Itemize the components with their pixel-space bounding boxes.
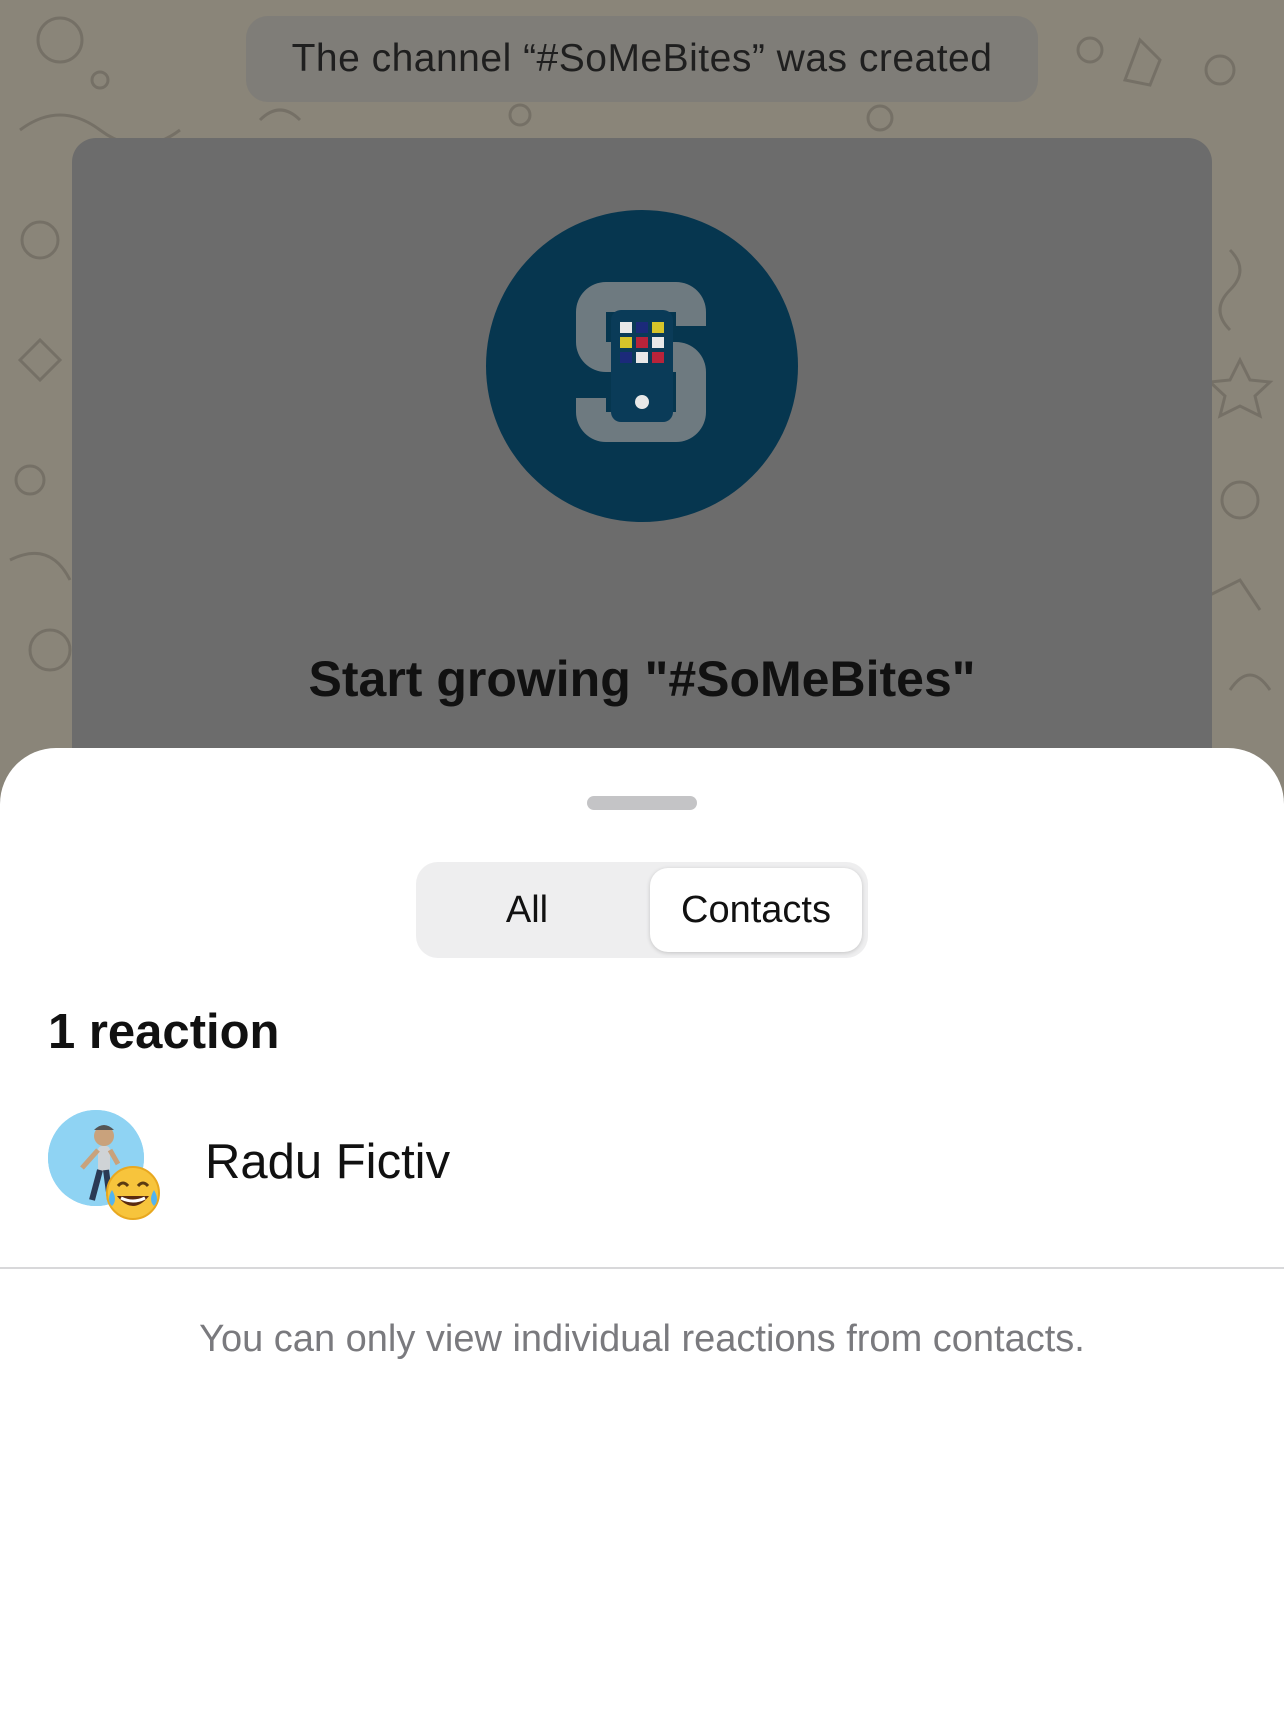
contact-name: Radu Fictiv [205, 1135, 451, 1189]
reaction-filter-segmented-control: All Contacts [416, 862, 868, 958]
chat-background: The channel “#SoMeBites” was created Sta… [0, 0, 1284, 800]
contacts-only-notice: You can only view individual reactions f… [199, 1318, 1085, 1360]
channel-created-notice: The channel “#SoMeBites” was created [246, 16, 1038, 102]
channel-intro-card: Start growing "#SoMeBites" [72, 138, 1212, 800]
card-title: Start growing "#SoMeBites" [308, 651, 976, 707]
tab-contacts[interactable]: Contacts [650, 868, 862, 952]
tears-of-joy-emoji-icon [106, 1166, 160, 1220]
reaction-count: 1 reaction [48, 1005, 280, 1059]
reaction-row[interactable]: Radu Fictiv [0, 1104, 1284, 1224]
sheet-grabber[interactable] [587, 796, 697, 810]
channel-avatar[interactable] [486, 210, 798, 522]
reactions-sheet: All Contacts 1 reaction Radu Fictiv You … [0, 748, 1284, 1712]
divider [0, 1267, 1284, 1269]
tab-all[interactable]: All [422, 868, 632, 952]
